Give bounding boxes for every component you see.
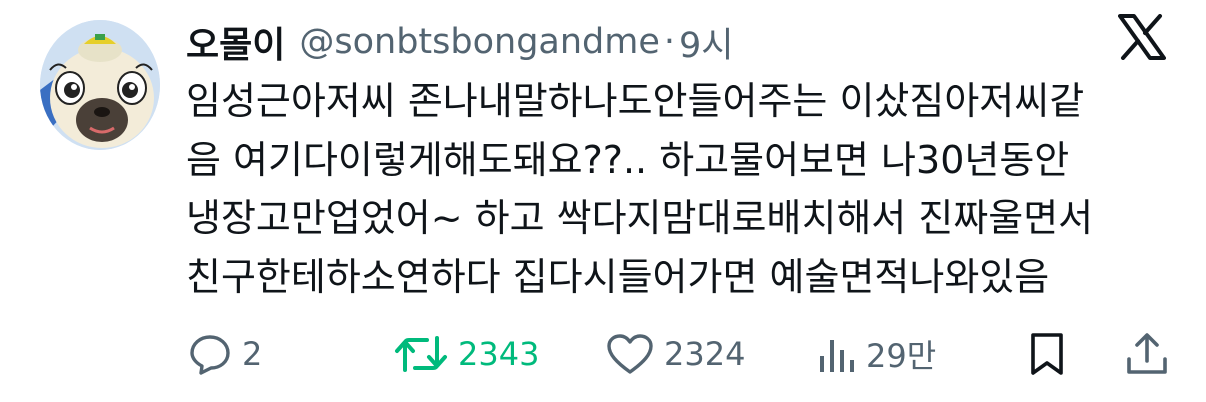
repost-count: 2343 [458,335,540,373]
reply-button[interactable]: 2 [188,328,262,380]
avatar[interactable] [40,20,160,150]
tweet-body-line: 친구한테하소연하다 집다시들어가면 예술면적나와있음 [186,254,1050,299]
user-handle[interactable]: @sonbtsbongandme [299,22,660,62]
share-icon [1124,331,1170,377]
like-count: 2324 [664,335,746,373]
tweet-header: 오몰이 @sonbtsbongandme · 9시 [186,16,734,68]
heart-icon [606,332,654,376]
tweet-timestamp[interactable]: 9시 [679,17,733,68]
tweet-body-line: 냉장고만업었어~ 하고 싹다지맘대로배치해서 진짜울면서 [186,196,1094,240]
tweet-body-line: 음 여기다이렇게해도돼요??.. 하고물어보면 나30년동안 [186,137,1070,182]
avatar-hamster-image [40,20,160,150]
reply-icon [188,332,232,376]
views-count: 29만 [866,337,937,375]
action-bar: 2 2343 2324 29만 [0,328,1206,380]
bookmark-icon [1028,332,1066,376]
share-button[interactable] [1124,328,1170,380]
repost-button[interactable]: 2343 [394,328,539,380]
bookmark-button[interactable] [1028,328,1066,380]
reply-count: 2 [242,335,263,373]
display-name[interactable]: 오몰이 [186,16,285,68]
views-button[interactable]: 29만 [816,328,936,380]
tweet-body: 임성근아저씨 존나내말하나도안들어주는 이샀짐아저씨같 음 여기다이렇게해도돼요… [186,72,1186,306]
header-separator: · [663,22,676,62]
tweet[interactable]: 오몰이 @sonbtsbongandme · 9시 임성근아저씨 존나내말하나도… [0,0,1206,402]
like-button[interactable]: 2324 [606,328,745,380]
repost-icon [394,332,448,376]
x-logo-icon [1118,14,1166,60]
tweet-body-line: 임성근아저씨 존나내말하나도안들어주는 이샀짐아저씨같 [186,79,1085,123]
views-icon [816,332,856,376]
